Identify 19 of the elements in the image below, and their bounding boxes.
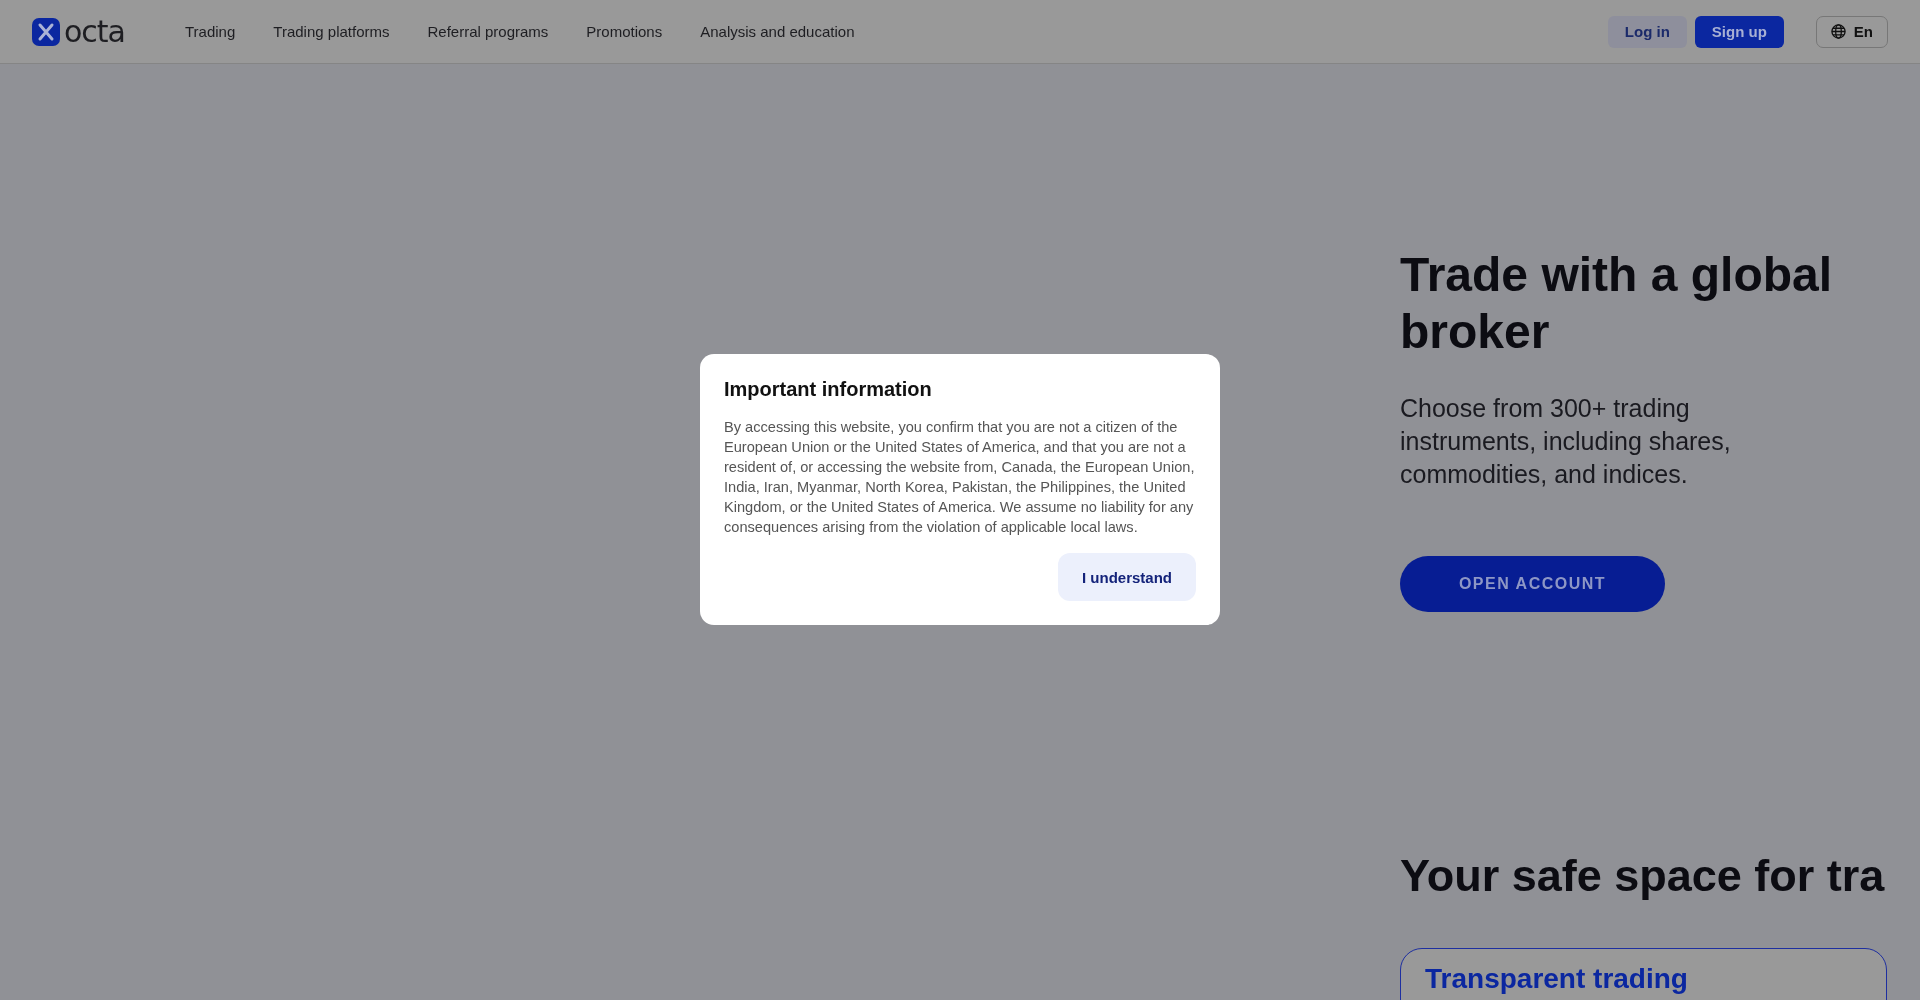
nav-link[interactable]: Trading platforms xyxy=(273,23,390,40)
hero-title: Trade with a global broker xyxy=(1400,247,1834,360)
nav-link[interactable]: Analysis and education xyxy=(700,23,855,40)
section-heading: Your safe space for tra xyxy=(1400,849,1886,903)
nav-link[interactable]: Promotions xyxy=(586,23,663,40)
nav-link[interactable]: Referral programs xyxy=(427,23,549,40)
understand-button[interactable]: I understand xyxy=(1058,553,1196,601)
dialog-title: Important information xyxy=(724,378,933,401)
card-title: Transparent trading xyxy=(1425,963,1689,995)
login-button[interactable]: Log in xyxy=(1607,15,1687,48)
dialog-text: By accessing this website, you confirm that you are not a citizen of the European Union or the United States of America, and that you are not a resident of, or accessing the website from, Canada, the European Union, India, Iran, Myanmar, North Korea, Pakistan, the Philippines, the United Kingdom, or the United States of America. We assume no liability for any consequences arising from the violation of applicable local laws. xyxy=(724,418,1196,537)
signup-button[interactable]: Sign up xyxy=(1694,15,1784,48)
logo-icon xyxy=(32,17,60,46)
logo-text: octa xyxy=(64,16,125,47)
open-account-button[interactable]: OPEN ACCOUNT xyxy=(1400,556,1665,612)
language-button[interactable]: En xyxy=(1815,15,1888,48)
nav-link[interactable]: Trading xyxy=(185,23,236,40)
globe-icon xyxy=(1830,24,1846,39)
hero-subtitle: Choose from 300+ trading instruments, including shares, commodities, and indices. xyxy=(1400,393,1732,490)
